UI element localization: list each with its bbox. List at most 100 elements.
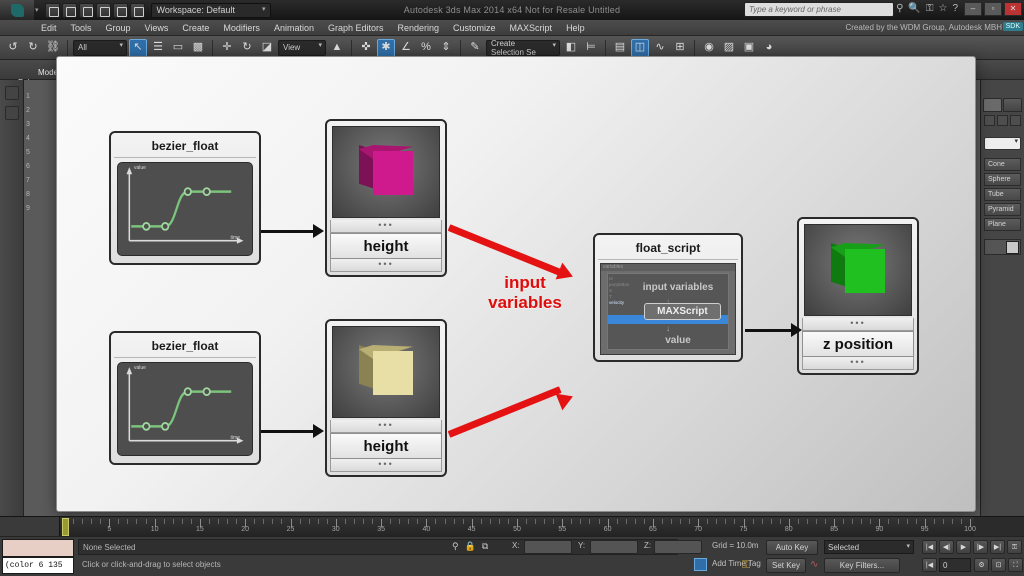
key-mode-dropdown[interactable]: Selected — [824, 540, 914, 554]
maxscript-mini-listener-output[interactable] — [2, 539, 74, 557]
schematic-view-icon[interactable]: ⊞ — [671, 39, 689, 57]
goto-end-icon[interactable]: ▶| — [990, 540, 1005, 554]
menu-item-animation[interactable]: Animation — [267, 20, 321, 36]
add-time-tag-icon[interactable] — [694, 558, 707, 571]
auto-key-button[interactable]: Auto Key — [766, 540, 818, 555]
create-sphere-button[interactable]: Sphere — [984, 173, 1021, 186]
geometry-icon[interactable] — [984, 115, 995, 126]
track-dots-top[interactable]: ••• — [802, 318, 914, 331]
add-time-tag-label[interactable]: Add Time Tag — [712, 559, 761, 568]
track-row-z-position[interactable]: z position — [802, 331, 914, 357]
timeline-ruler[interactable]: 5 10 15 20 25 30 35 40 45 50 55 60 65 70 75 80 85 90 95 100 — [60, 517, 976, 537]
select-by-name-icon[interactable]: ☰ — [149, 39, 167, 57]
search-icon[interactable]: 🔍 — [908, 3, 920, 14]
previous-key-icon[interactable]: ◀| — [939, 540, 954, 554]
object-category-dropdown[interactable] — [984, 137, 1021, 150]
redo-icon[interactable]: ↻ — [24, 39, 42, 57]
goto-start-icon[interactable]: |◀ — [922, 540, 937, 554]
selection-lock-icon[interactable]: 🔒 — [465, 541, 476, 552]
select-link-icon[interactable]: ⛓ — [44, 39, 62, 57]
menu-item-customize[interactable]: Customize — [446, 20, 503, 36]
communication-center-icon[interactable]: ⚲ — [896, 3, 903, 14]
help-icon[interactable]: ? — [952, 3, 958, 14]
track-row-height[interactable]: height — [330, 433, 442, 459]
close-button[interactable]: ✕ — [1004, 2, 1022, 16]
minimize-button[interactable]: – — [964, 2, 982, 16]
reference-coordinate-dropdown[interactable]: View — [278, 39, 326, 56]
key-filters-button[interactable]: Key Filters... — [824, 558, 900, 573]
key-mode-toggle-icon[interactable]: ⚿ — [1007, 540, 1022, 554]
track-row-height[interactable]: height — [330, 233, 442, 259]
maxscript-mini-listener-input[interactable]: (color 6 135 — [2, 557, 74, 574]
menu-item-maxscript[interactable]: MAXScript — [503, 20, 560, 36]
use-pivot-center-icon[interactable]: ▲ — [328, 39, 346, 57]
selection-filter-dropdown[interactable]: All — [73, 39, 127, 56]
menu-item-views[interactable]: Views — [138, 20, 176, 36]
favorites-icon[interactable]: ☆ — [938, 3, 947, 14]
layer-manager-icon[interactable]: ▤ — [611, 39, 629, 57]
node-float-script[interactable]: float_script variables nr purpleBox S T … — [593, 233, 743, 362]
time-configuration-icon[interactable]: ⚙ — [974, 558, 989, 572]
maxscript-label-box[interactable]: MAXScript — [644, 302, 721, 320]
shapes-icon[interactable] — [997, 115, 1008, 126]
set-key-filter-icon[interactable]: ∿ — [810, 559, 818, 570]
current-frame-field[interactable]: 0 — [939, 558, 971, 572]
set-key-button[interactable]: Set Key — [766, 558, 806, 573]
node-object-yellow[interactable]: ••• height ••• — [325, 319, 447, 477]
maximize-viewport-icon[interactable]: ⛶ — [1008, 558, 1023, 572]
modify-tab-icon[interactable] — [1003, 98, 1022, 112]
zoom-extents-icon[interactable]: ⊡ — [991, 558, 1006, 572]
menu-item-group[interactable]: Group — [99, 20, 138, 36]
next-key-icon[interactable]: |▶ — [973, 540, 988, 554]
viewport-config-icon[interactable] — [4, 106, 19, 120]
curve-editor-icon[interactable]: ∿ — [651, 39, 669, 57]
select-object-icon[interactable]: ↖ — [129, 38, 147, 57]
render-setup-icon[interactable]: ▨ — [720, 39, 738, 57]
undo-icon[interactable]: ↺ — [4, 39, 22, 57]
snaps-toggle-icon[interactable]: ✱ — [377, 38, 395, 57]
maximize-button[interactable]: ▫ — [984, 2, 1002, 16]
window-crossing-icon[interactable]: ▩ — [189, 39, 207, 57]
lights-icon[interactable] — [1010, 115, 1021, 126]
menu-item-edit[interactable]: Edit — [34, 20, 64, 36]
node-bezier-float-top[interactable]: bezier_float value time — [109, 131, 261, 265]
create-plane-button[interactable]: Plane — [984, 218, 1021, 231]
time-slider-bar[interactable]: 5 10 15 20 25 30 35 40 45 50 55 60 65 70 75 80 85 90 95 100 — [0, 516, 1024, 537]
object-color-swatch[interactable] — [984, 239, 1021, 255]
previous-frame-icon[interactable]: |◀ — [922, 558, 937, 572]
track-dots-bottom[interactable]: ••• — [330, 459, 442, 472]
select-and-manipulate-icon[interactable]: ✜ — [357, 39, 375, 57]
edit-named-selection-sets-icon[interactable]: ✎ — [466, 39, 484, 57]
track-dots-bottom[interactable]: ••• — [330, 259, 442, 272]
node-bezier-float-bottom[interactable]: bezier_float value time — [109, 331, 261, 465]
coord-z-field[interactable] — [654, 540, 702, 554]
menu-item-create[interactable]: Create — [175, 20, 216, 36]
track-dots-top[interactable]: ••• — [330, 420, 442, 433]
material-editor-icon[interactable]: ◉ — [700, 39, 718, 57]
menu-item-tools[interactable]: Tools — [64, 20, 99, 36]
align-icon[interactable]: ⊨ — [582, 39, 600, 57]
create-pyramid-button[interactable]: Pyramid — [984, 203, 1021, 216]
mirror-icon[interactable]: ◧ — [562, 39, 580, 57]
node-object-green[interactable]: ••• z position ••• — [797, 217, 919, 375]
create-tube-button[interactable]: Tube — [984, 188, 1021, 201]
coord-y-field[interactable] — [590, 540, 638, 554]
node-object-purple[interactable]: ••• height ••• — [325, 119, 447, 277]
select-and-move-icon[interactable]: ✛ — [218, 39, 236, 57]
time-slider-handle[interactable] — [62, 518, 69, 536]
coord-x-field[interactable] — [524, 540, 572, 554]
render-production-icon[interactable]: ◕ — [760, 39, 778, 57]
isolate-selection-icon[interactable]: ⚲ — [452, 541, 459, 552]
create-cone-button[interactable]: Cone — [984, 158, 1021, 171]
create-tab-icon[interactable] — [983, 98, 1002, 112]
transform-type-in-icon[interactable]: ⧉ — [482, 541, 488, 552]
menu-item-graph-editors[interactable]: Graph Editors — [321, 20, 391, 36]
named-selection-set-dropdown[interactable]: Create Selection Se — [486, 39, 560, 57]
key-icon[interactable]: ⚿ — [926, 3, 934, 14]
angle-snap-icon[interactable]: ∠ — [397, 39, 415, 57]
track-dots-bottom[interactable]: ••• — [802, 357, 914, 370]
menu-item-help[interactable]: Help — [559, 20, 592, 36]
menu-item-modifiers[interactable]: Modifiers — [216, 20, 267, 36]
menu-item-rendering[interactable]: Rendering — [391, 20, 447, 36]
viewport-layout-icon[interactable] — [4, 86, 19, 100]
